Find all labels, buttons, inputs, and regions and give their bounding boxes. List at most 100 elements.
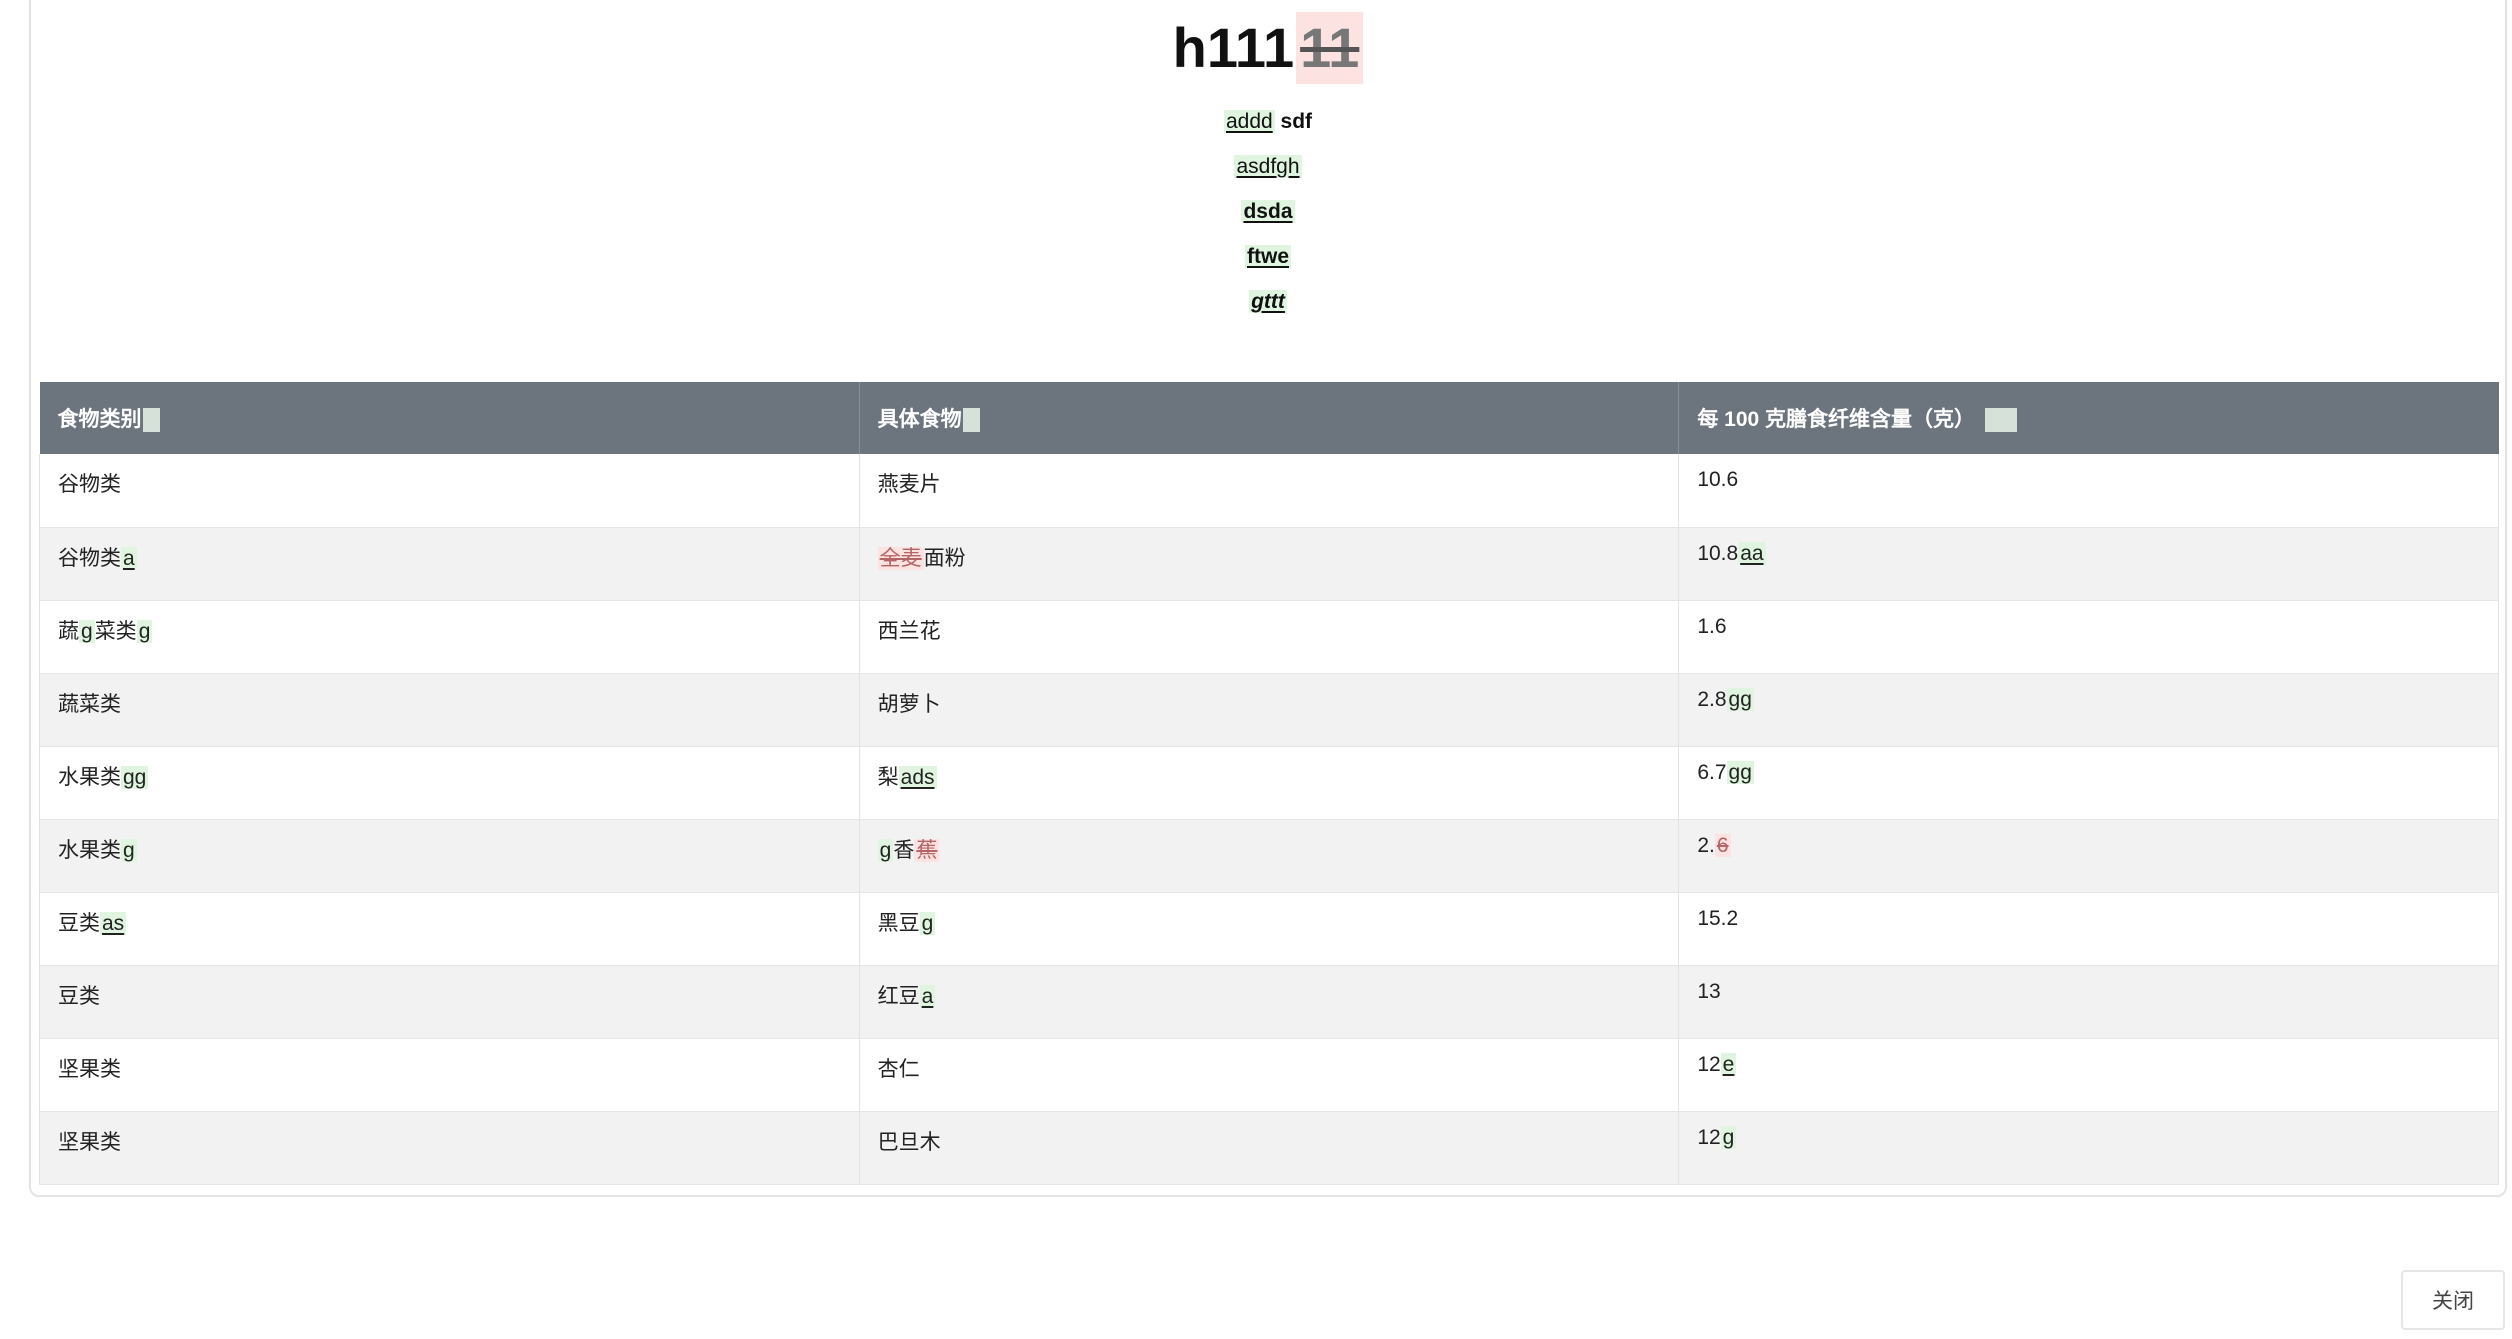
table-header-row: 食物类别 具体食物 每 100 克膳食纤维含量（克） — [39, 382, 2499, 454]
table-row: 豆类 红豆a 13 — [39, 965, 2499, 1039]
text-segment: 谷物类 — [58, 546, 121, 570]
text-segment: 胡萝卜 — [877, 692, 941, 716]
table-cell: 水果类g — [39, 819, 860, 893]
table-body: 谷物类 燕麦片 10.6 谷物类a 全麦面粉 10.8aa 蔬g菜类g 西兰花 1.6 蔬菜类 胡萝… — [39, 454, 2499, 1185]
table-row: 水果类gg 梨ads 6.7gg — [39, 746, 2499, 820]
deleted-text: 全麦 — [877, 546, 924, 570]
table-row: 坚果类 巴旦木 12g — [39, 1111, 2499, 1185]
inserted-text: a — [121, 546, 137, 570]
text-segment: 水果类 — [58, 838, 121, 862]
column-header: 具体食物 — [859, 382, 1680, 454]
column-header-label: 食物类别 — [57, 408, 142, 431]
deleted-text: 蕉 — [914, 838, 940, 862]
table-row: 谷物类a 全麦面粉 10.8aa — [39, 527, 2499, 601]
table-cell: 杏仁 — [859, 1038, 1680, 1112]
inserted-text: gttt — [1249, 290, 1287, 313]
paragraph-line: asdfgh — [31, 151, 2505, 196]
fiber-table: 食物类别 具体食物每 100 克膳食纤维含量（克） 谷物类 燕麦片 10.6 谷物类a 全… — [39, 382, 2499, 1185]
table-cell: 10.8aa — [1678, 527, 2499, 601]
inserted-text: gg — [1726, 760, 1754, 784]
text-segment: 蔬菜类 — [58, 692, 121, 716]
table-cell: 1.6 — [1678, 600, 2499, 674]
table-cell: 豆类 — [39, 965, 860, 1039]
text-segment: 1.6 — [1697, 614, 1727, 638]
table-cell: 巴旦木 — [859, 1111, 1680, 1185]
paragraph-line: gttt — [31, 286, 2505, 331]
inserted-text: ftwe — [1245, 245, 1291, 268]
paragraph-line: ftwe — [31, 241, 2505, 286]
paragraph-line: addd sdf — [31, 106, 2505, 151]
table-row: 谷物类 燕麦片 10.6 — [39, 454, 2499, 528]
text-segment: 巴旦木 — [877, 1130, 941, 1154]
table-row: 蔬g菜类g 西兰花 1.6 — [39, 600, 2499, 674]
text-segment: 坚果类 — [58, 1057, 121, 1081]
inserted-text: a — [919, 984, 936, 1008]
table-cell: 6.7gg — [1678, 746, 2499, 820]
text-segment: 谷物类 — [58, 473, 121, 496]
text-segment: 13 — [1697, 979, 1721, 1003]
text-segment: 2.8 — [1697, 687, 1727, 711]
text-segment: 面粉 — [923, 546, 966, 570]
text-segment: 15.2 — [1697, 906, 1739, 930]
text-segment: 水果类 — [58, 765, 121, 789]
column-header: 食物类别 — [39, 382, 860, 454]
inserted-text: aa — [1738, 541, 1766, 565]
inserted-text: g — [919, 911, 936, 935]
table-cell: 10.6 — [1678, 454, 2499, 528]
text-segment: 10.6 — [1697, 468, 1739, 491]
text-segment: 2. — [1697, 833, 1715, 857]
table-cell: 黑豆g — [859, 892, 1680, 966]
text-segment: 蔬 — [58, 619, 79, 643]
inserted-text: g — [877, 838, 894, 862]
text-segment: 10.8 — [1697, 541, 1739, 565]
table-cell: 12g — [1678, 1111, 2499, 1185]
column-header-label: 具体食物 — [877, 408, 962, 431]
table-row: 豆类as 黑豆g 15.2 — [39, 892, 2499, 966]
table-cell: 2.8gg — [1678, 673, 2499, 747]
inserted-text: ads — [898, 765, 937, 789]
document-title: h111 11 — [1173, 12, 1364, 84]
title-deleted-text: 11 — [1296, 12, 1364, 84]
table-cell: 燕麦片 — [859, 454, 1680, 528]
inserted-text: gg — [121, 765, 149, 789]
table-cell: 坚果类 — [39, 1038, 860, 1112]
inserted-marker — [962, 408, 980, 433]
table-cell: 全麦面粉 — [859, 527, 1680, 601]
text-segment: 坚果类 — [58, 1130, 121, 1154]
table-cell: 水果类gg — [39, 746, 860, 820]
table-cell: 胡萝卜 — [859, 673, 1680, 747]
text-segment: 红豆 — [877, 984, 920, 1008]
table-cell: 红豆a — [859, 965, 1680, 1039]
table-cell: 13 — [1678, 965, 2499, 1039]
close-button[interactable]: 关闭 — [2401, 1270, 2505, 1330]
inserted-text: e — [1720, 1052, 1737, 1076]
table-cell: 梨ads — [859, 746, 1680, 820]
table-cell: 15.2 — [1678, 892, 2499, 966]
document-panel: h111 11 addd sdf asdfgh dsda ftwe gttt 食物类别 具体… — [29, 0, 2507, 1197]
table-cell: 12e — [1678, 1038, 2499, 1112]
inserted-text: g — [79, 619, 95, 643]
text-segment: 黑豆 — [877, 911, 920, 935]
table-row: 坚果类 杏仁 12e — [39, 1038, 2499, 1112]
title-text: h111 — [1172, 16, 1295, 79]
table-row: 水果类g g香蕉 2.6 — [39, 819, 2499, 893]
text-segment: 梨 — [877, 765, 899, 789]
text-segment: 燕麦片 — [877, 473, 941, 496]
title-wrap: h111 11 — [31, 12, 2505, 84]
text-segment: 杏仁 — [877, 1057, 920, 1081]
text-segment: 豆类 — [58, 911, 100, 935]
text-segment: 菜类 — [94, 619, 137, 643]
text-segment: 12 — [1697, 1052, 1721, 1076]
inserted-text: g — [1720, 1125, 1737, 1149]
table-cell: 西兰花 — [859, 600, 1680, 674]
inserted-marker — [142, 408, 160, 433]
deleted-text: 6 — [1714, 833, 1731, 857]
inserted-text: addd — [1223, 110, 1275, 133]
inserted-text: g — [136, 619, 153, 643]
text-segment: 12 — [1697, 1125, 1721, 1149]
inserted-text: g — [121, 838, 137, 862]
bold-text: sdf — [1280, 110, 1313, 133]
document-lines: addd sdf asdfgh dsda ftwe gttt — [31, 106, 2505, 331]
text-segment: 西兰花 — [877, 619, 941, 643]
inserted-marker — [1985, 408, 2018, 433]
